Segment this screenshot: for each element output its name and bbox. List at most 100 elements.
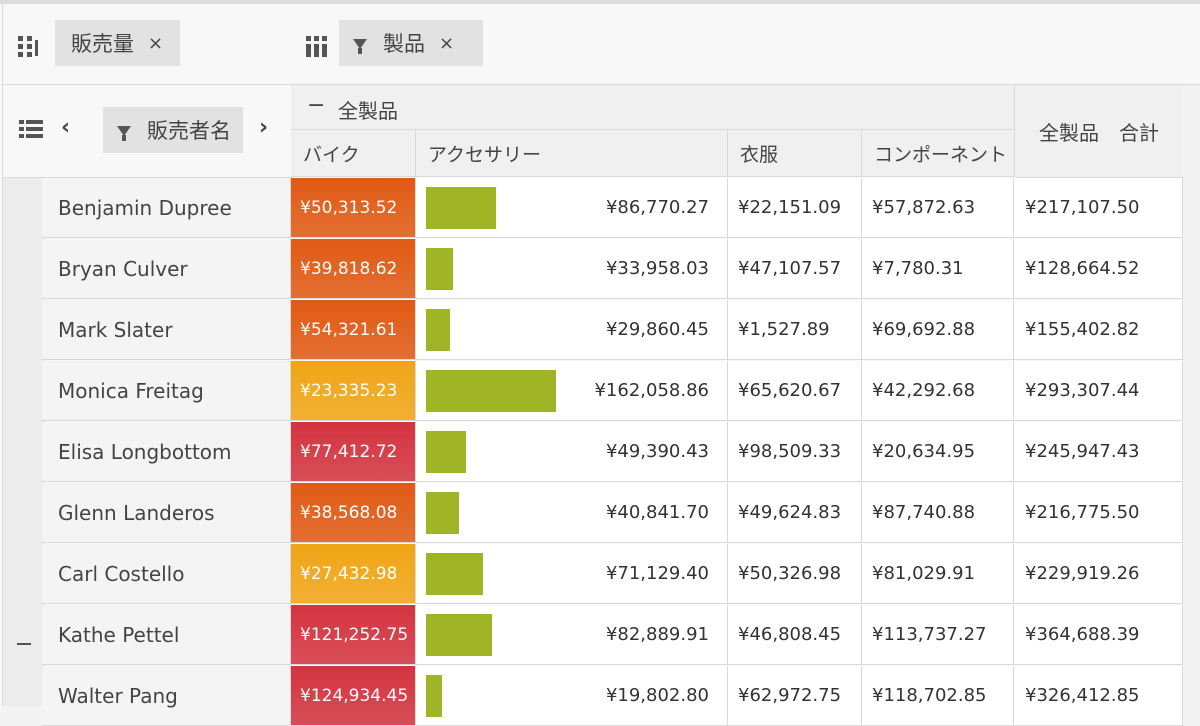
seller-name-cell[interactable]: Benjamin Dupree	[42, 178, 291, 238]
accessory-cell[interactable]: ¥40,841.70	[416, 483, 728, 543]
column-group-header[interactable]: − 全製品	[291, 85, 1015, 130]
accessory-cell[interactable]: ¥86,770.27	[416, 178, 728, 238]
accessory-value: ¥33,958.03	[605, 258, 709, 279]
seller-name: Bryan Culver	[58, 256, 188, 281]
bike-cell[interactable]: ¥39,818.62	[291, 239, 416, 299]
component-cell[interactable]: ¥20,634.95	[862, 422, 1014, 482]
total-cell[interactable]: ¥217,107.50	[1014, 178, 1183, 238]
accessory-cell[interactable]: ¥82,889.91	[416, 605, 728, 665]
seller-name-cell[interactable]: Bryan Culver	[42, 239, 291, 299]
scroll-gutter[interactable]	[1183, 85, 1200, 706]
data-field-chip[interactable]: 販売量 ×	[55, 20, 180, 66]
bike-cell[interactable]: ¥124,934.45	[291, 666, 416, 726]
total-cell[interactable]: ¥128,664.52	[1014, 239, 1183, 299]
seller-name-cell[interactable]: Kathe Pettel	[42, 605, 291, 665]
row-field-chip[interactable]: 販売者名	[103, 107, 243, 153]
grand-total-header[interactable]: 全製品 合計	[1015, 85, 1184, 178]
column-header-clothing[interactable]: 衣服	[728, 130, 862, 177]
total-cell[interactable]: ¥364,688.39	[1014, 605, 1183, 665]
columns-grip-icon[interactable]	[305, 34, 327, 58]
column-header-accessory[interactable]: アクセサリー	[416, 130, 728, 177]
clothing-cell[interactable]: ¥1,527.89	[728, 300, 862, 360]
seller-name-cell[interactable]: Walter Pang	[42, 666, 291, 726]
column-header-bike[interactable]: バイク	[291, 130, 416, 177]
bike-cell[interactable]: ¥121,252.75	[291, 605, 416, 665]
total-cell[interactable]: ¥245,947.43	[1014, 422, 1183, 482]
bike-value: ¥27,432.98	[300, 563, 398, 584]
total-cell[interactable]: ¥155,402.82	[1014, 300, 1183, 360]
clothing-cell[interactable]: ¥50,326.98	[728, 544, 862, 604]
accessory-cell[interactable]: ¥162,058.86	[416, 361, 728, 421]
accessory-cell[interactable]: ¥33,958.03	[416, 239, 728, 299]
seller-name-cell[interactable]: Mark Slater	[42, 300, 291, 360]
bike-cell[interactable]: ¥77,412.72	[291, 422, 416, 482]
data-field-zone: 販売量 ×	[2, 4, 292, 85]
seller-name-cell[interactable]: Glenn Landeros	[42, 483, 291, 543]
clothing-cell[interactable]: ¥46,808.45	[728, 605, 862, 665]
data-bar	[426, 675, 442, 717]
column-field-zone: 製品 ×	[291, 4, 1200, 85]
data-bar	[426, 492, 459, 534]
component-value: ¥20,634.95	[872, 441, 976, 462]
component-value: ¥118,702.85	[872, 685, 987, 706]
total-value: ¥326,412.85	[1025, 685, 1140, 706]
seller-name-cell[interactable]: Monica Freitag	[42, 361, 291, 421]
seller-name-cell[interactable]: Elisa Longbottom	[42, 422, 291, 482]
bike-cell[interactable]: ¥54,321.61	[291, 300, 416, 360]
component-cell[interactable]: ¥42,292.68	[862, 361, 1014, 421]
clothing-cell[interactable]: ¥65,620.67	[728, 361, 862, 421]
component-cell[interactable]: ¥87,740.88	[862, 483, 1014, 543]
total-cell[interactable]: ¥216,775.50	[1014, 483, 1183, 543]
clothing-cell[interactable]: ¥47,107.57	[728, 239, 862, 299]
accessory-value: ¥86,770.27	[605, 197, 709, 218]
list-icon[interactable]	[19, 119, 43, 139]
grip-icon[interactable]	[17, 34, 39, 58]
component-cell[interactable]: ¥57,872.63	[862, 178, 1014, 238]
bike-cell[interactable]: ¥50,313.52	[291, 178, 416, 238]
component-cell[interactable]: ¥81,029.91	[862, 544, 1014, 604]
accessory-cell[interactable]: ¥49,390.43	[416, 422, 728, 482]
bike-value: ¥54,321.61	[300, 319, 398, 340]
bike-value: ¥77,412.72	[300, 441, 398, 462]
seller-name: Benjamin Dupree	[58, 195, 232, 220]
seller-name-cell[interactable]: Carl Costello	[42, 544, 291, 604]
filter-icon[interactable]	[353, 39, 367, 54]
bike-cell[interactable]: ¥23,335.23	[291, 361, 416, 421]
remove-column-field-button[interactable]: ×	[439, 33, 454, 54]
accessory-cell[interactable]: ¥29,860.45	[416, 300, 728, 360]
total-cell[interactable]: ¥326,412.85	[1014, 666, 1183, 726]
seller-name: Elisa Longbottom	[58, 439, 232, 464]
component-cell[interactable]: ¥118,702.85	[862, 666, 1014, 726]
accessory-cell[interactable]: ¥71,129.40	[416, 544, 728, 604]
clothing-cell[interactable]: ¥22,151.09	[728, 178, 862, 238]
component-value: ¥57,872.63	[872, 197, 976, 218]
clothing-value: ¥47,107.57	[738, 258, 842, 279]
component-cell[interactable]: ¥7,780.31	[862, 239, 1014, 299]
filter-icon[interactable]	[117, 126, 131, 141]
chevron-right-icon[interactable]: ›	[259, 115, 268, 140]
clothing-value: ¥1,527.89	[738, 319, 830, 340]
table-row: Walter Pang ¥124,934.45 ¥19,802.80 ¥62,9…	[42, 666, 1183, 726]
data-bar	[426, 370, 556, 412]
clothing-cell[interactable]: ¥62,972.75	[728, 666, 862, 726]
bike-value: ¥121,252.75	[300, 624, 409, 645]
column-header-component[interactable]: コンポーネント	[862, 130, 1015, 177]
collapse-toggle-icon[interactable]: −	[307, 93, 325, 118]
chevron-left-icon[interactable]: ‹	[61, 115, 70, 140]
component-cell[interactable]: ¥113,737.27	[862, 605, 1014, 665]
total-cell[interactable]: ¥293,307.44	[1014, 361, 1183, 421]
bike-cell[interactable]: ¥38,568.08	[291, 483, 416, 543]
accessory-value: ¥162,058.86	[594, 380, 709, 401]
component-cell[interactable]: ¥69,692.88	[862, 300, 1014, 360]
table-row: Carl Costello ¥27,432.98 ¥71,129.40 ¥50,…	[42, 544, 1183, 604]
row-collapse-icon[interactable]	[17, 643, 31, 645]
bike-cell[interactable]: ¥27,432.98	[291, 544, 416, 604]
clothing-cell[interactable]: ¥98,509.33	[728, 422, 862, 482]
total-cell[interactable]: ¥229,919.26	[1014, 544, 1183, 604]
accessory-cell[interactable]: ¥19,802.80	[416, 666, 728, 726]
clothing-cell[interactable]: ¥49,624.83	[728, 483, 862, 543]
column-field-chip[interactable]: 製品 ×	[339, 20, 483, 66]
total-value: ¥229,919.26	[1025, 563, 1140, 584]
remove-data-field-button[interactable]: ×	[148, 33, 163, 54]
component-value: ¥81,029.91	[872, 563, 976, 584]
